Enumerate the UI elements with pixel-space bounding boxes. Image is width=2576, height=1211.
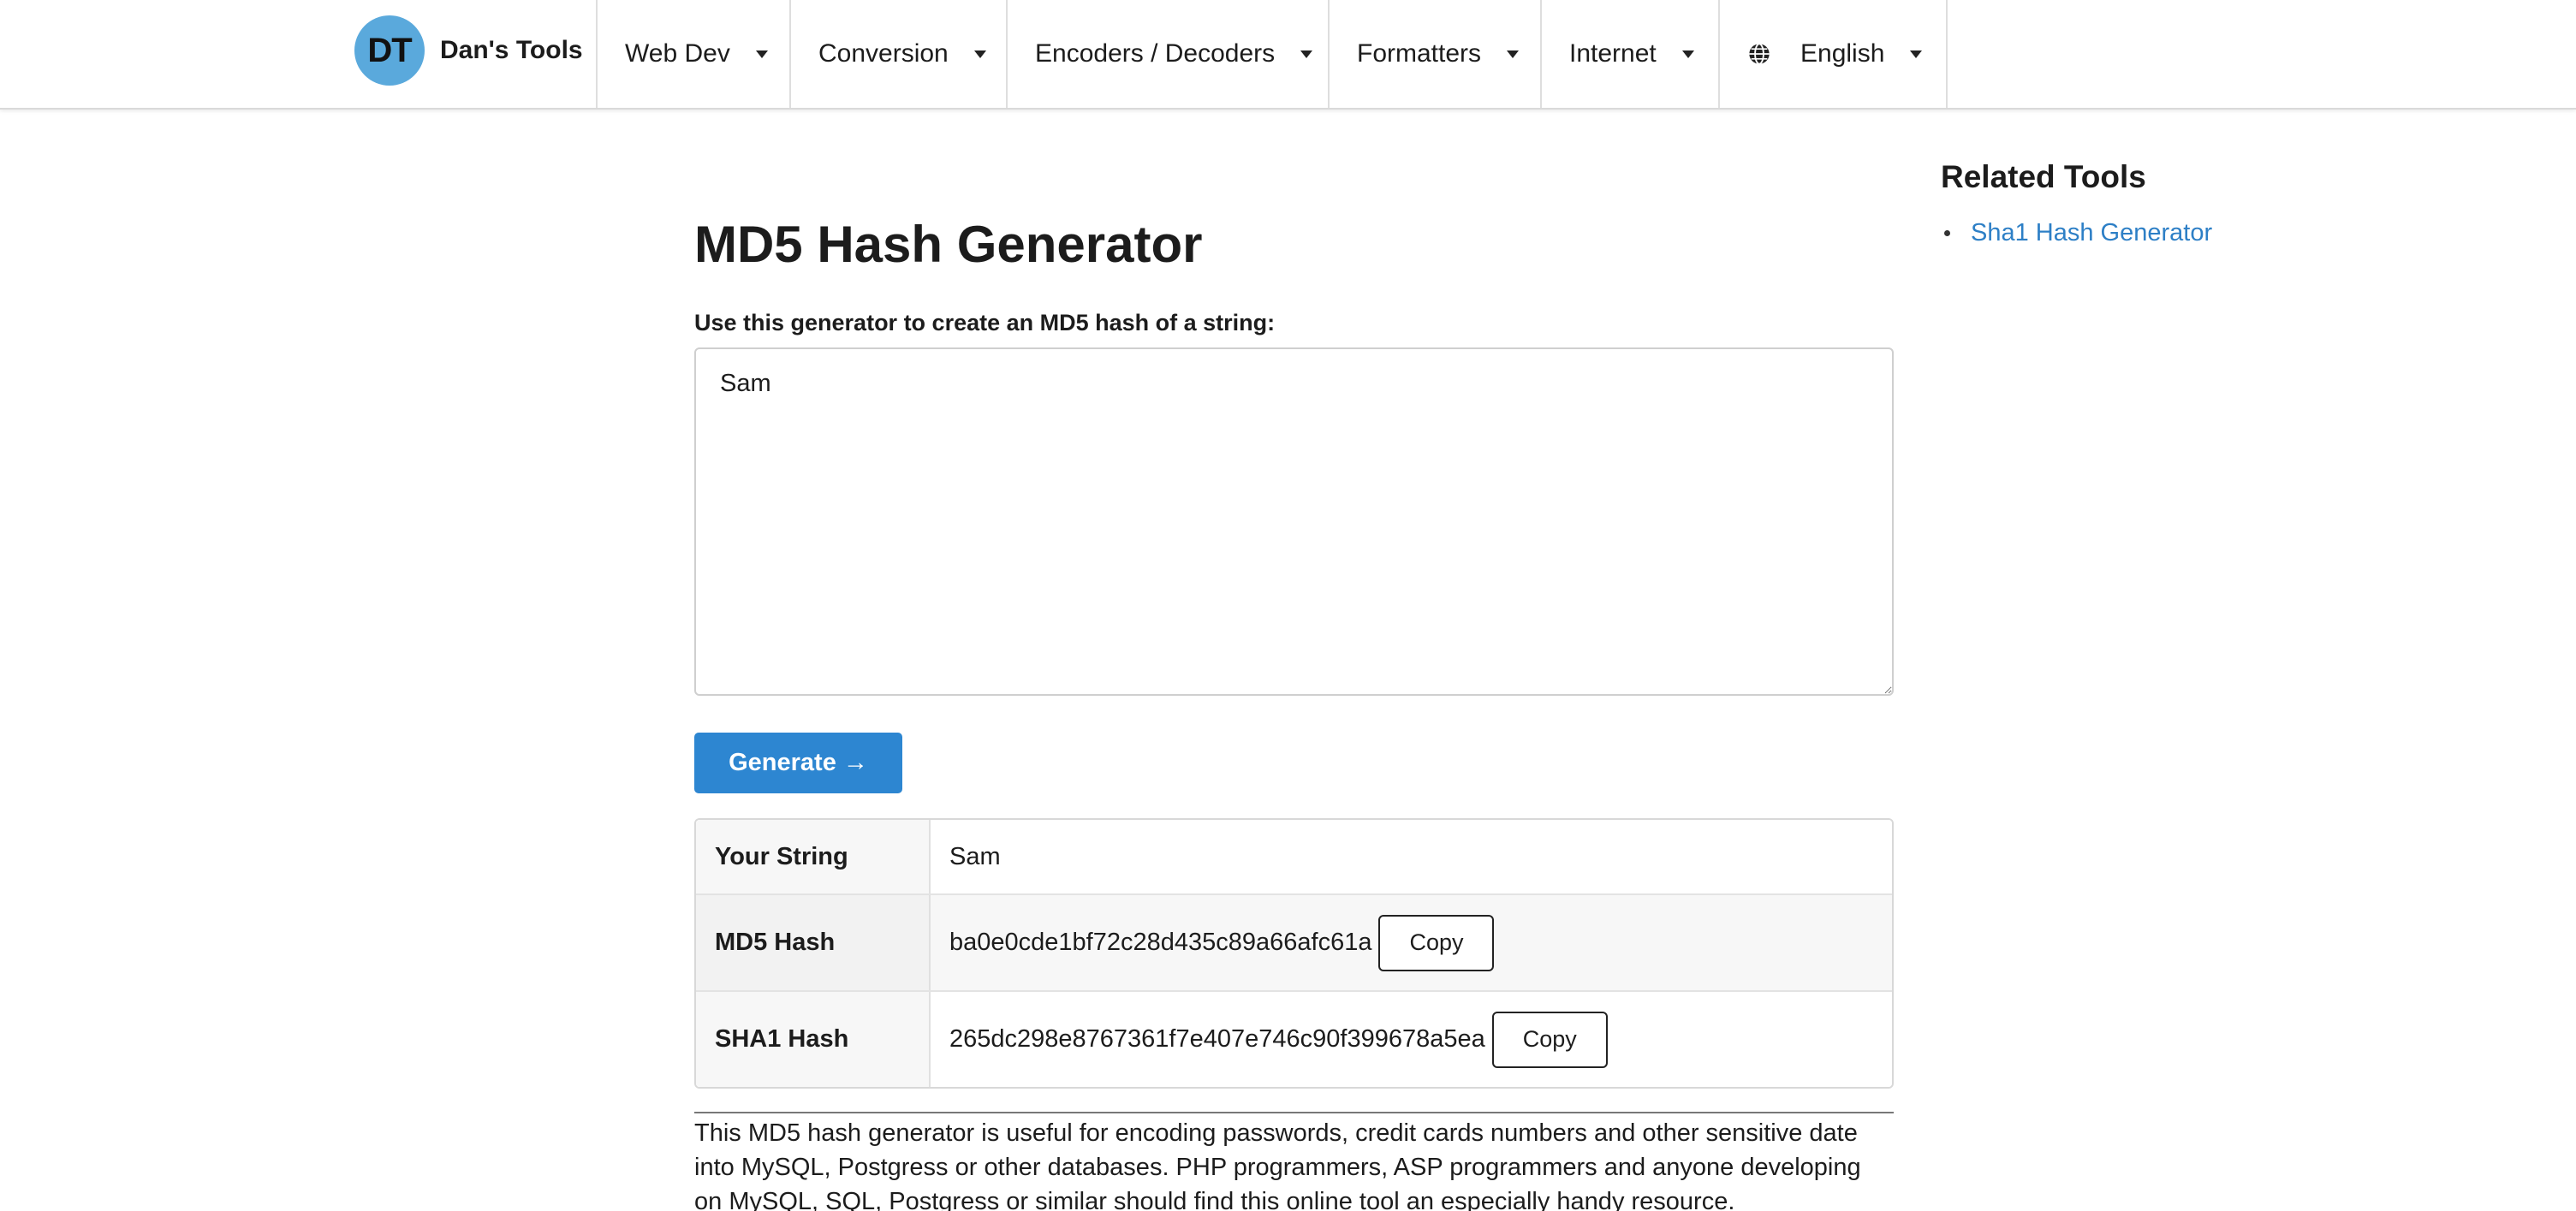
section-divider [694, 1112, 1894, 1113]
nav-divider [1946, 0, 1948, 108]
row-key: MD5 Hash [696, 895, 931, 990]
globe-icon [1747, 42, 1771, 66]
nav-menu-encoders-decoders[interactable]: Encoders / Decoders [1006, 0, 1330, 108]
caret-down-icon [973, 50, 986, 58]
nav-menu-conversion[interactable]: Conversion [789, 0, 1008, 108]
list-item: Sha1 Hash Generator [1941, 219, 2212, 247]
tool-description: This MD5 hash generator is useful for en… [694, 1119, 1861, 1211]
row-value-cell: Sam [931, 820, 1892, 893]
related-link-sha1[interactable]: Sha1 Hash Generator [1971, 219, 2212, 247]
nav-menu-label: Formatters [1357, 39, 1482, 68]
caret-down-icon [1507, 50, 1520, 58]
nav-menu-label: Internet [1569, 39, 1657, 68]
caret-down-icon [1681, 50, 1694, 58]
sha1-hash-value: 265dc298e8767361f7e407e746c90f399678a5ea [949, 1025, 1485, 1053]
table-row: MD5 Hash ba0e0cde1bf72c28d435c89a66afc61… [696, 895, 1892, 992]
related-tools-list: Sha1 Hash Generator [1941, 219, 2212, 247]
caret-down-icon [755, 50, 768, 58]
copy-md5-button[interactable]: Copy [1378, 914, 1495, 971]
row-value-cell: ba0e0cde1bf72c28d435c89a66afc61a Copy [931, 895, 1892, 990]
nav-menu-label: Encoders / Decoders [1035, 39, 1276, 68]
generate-button[interactable]: Generate → [694, 733, 902, 793]
bullet-icon [1944, 230, 1950, 236]
row-key: Your String [696, 820, 931, 893]
brand-name: Dan's Tools [440, 36, 583, 64]
nav-menu-label: Conversion [818, 39, 949, 68]
table-row: Your String Sam [696, 820, 1892, 895]
nav-menu-internet[interactable]: Internet [1540, 0, 1720, 108]
language-label: English [1800, 39, 1885, 68]
copy-sha1-button[interactable]: Copy [1491, 1011, 1608, 1068]
string-input[interactable] [694, 347, 1894, 696]
page-title: MD5 Hash Generator [694, 216, 1203, 273]
top-navbar: DT Dan's Tools Web Dev Conversion Encode… [0, 0, 2576, 110]
language-selector[interactable]: English [1718, 0, 1948, 108]
related-tools-heading: Related Tools [1941, 159, 2146, 194]
row-value-cell: 265dc298e8767361f7e407e746c90f399678a5ea… [931, 992, 1892, 1087]
table-row: SHA1 Hash 265dc298e8767361f7e407e746c90f… [696, 992, 1892, 1087]
nav-menu-label: Web Dev [625, 39, 730, 68]
results-table: Your String Sam MD5 Hash ba0e0cde1bf72c2… [694, 818, 1894, 1089]
row-key: SHA1 Hash [696, 992, 931, 1087]
brand-logo: DT [354, 15, 425, 86]
caret-down-icon [1910, 50, 1923, 58]
nav-menu-web-dev[interactable]: Web Dev [596, 0, 791, 108]
md5-hash-value: ba0e0cde1bf72c28d435c89a66afc61a [949, 929, 1372, 956]
your-string-value: Sam [949, 842, 1001, 870]
nav-menu-formatters[interactable]: Formatters [1328, 0, 1542, 108]
brand-home-link[interactable]: DT Dan's Tools [354, 15, 583, 86]
caret-down-icon [1300, 50, 1313, 58]
input-label: Use this generator to create an MD5 hash… [694, 310, 1276, 335]
